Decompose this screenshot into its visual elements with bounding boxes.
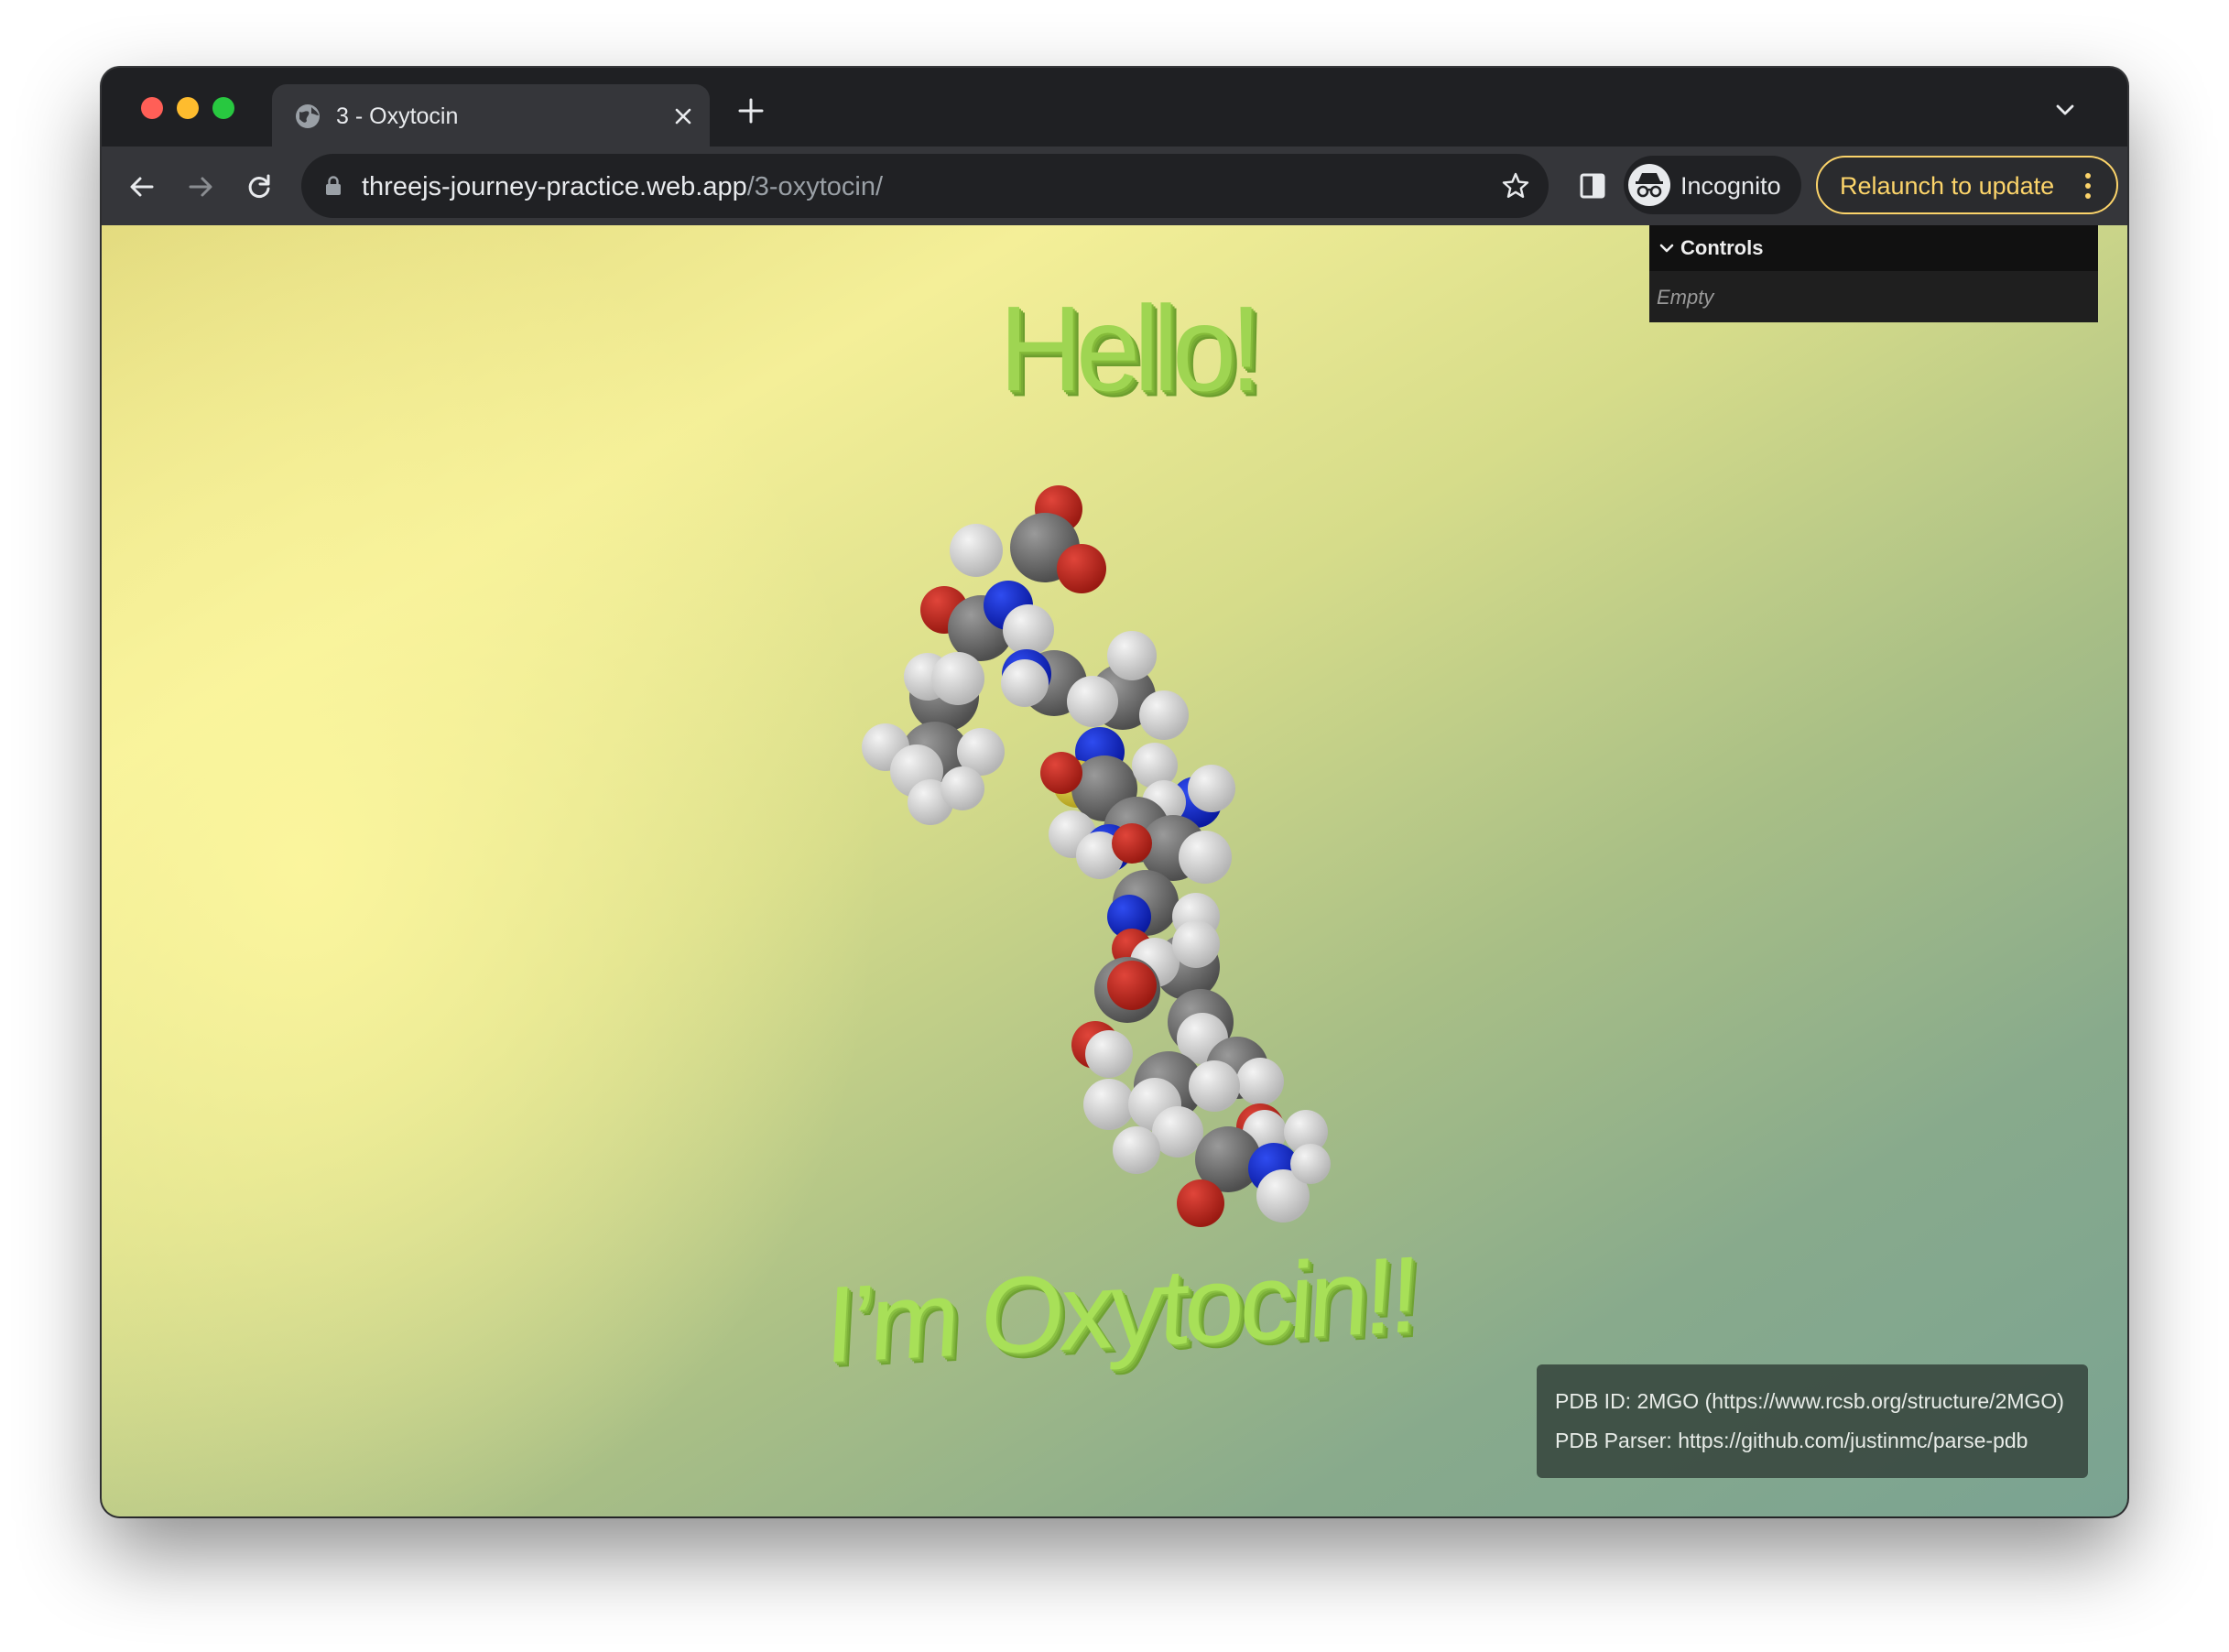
atom-group	[862, 485, 1331, 1227]
incognito-icon	[1628, 164, 1670, 206]
hydrogen-atom	[1067, 676, 1118, 727]
controls-title: Controls	[1680, 236, 1764, 259]
toolbar: threejs-journey-practice.web.app/3-oxyto…	[102, 147, 2127, 225]
relaunch-label: Relaunch to update	[1840, 172, 2055, 200]
maximize-window-button[interactable]	[212, 97, 234, 119]
oxygen-atom	[1107, 961, 1157, 1010]
hydrogen-atom	[1188, 765, 1235, 812]
hydrogen-atom	[1003, 604, 1054, 656]
hydrogen-atom	[1083, 1079, 1135, 1130]
controls-panel: Controls Empty	[1649, 225, 2098, 322]
hydrogen-atom	[1189, 1060, 1240, 1112]
hydrogen-atom	[1179, 831, 1232, 884]
webgl-canvas[interactable]: Hello! I’m Oxytocin!! Controls Empty PDB…	[102, 225, 2127, 1516]
chevron-down-icon	[1659, 244, 1674, 253]
pdb-id-line: PDB ID: 2MGO (https://www.rcsb.org/struc…	[1555, 1389, 2064, 1413]
hydrogen-atom	[931, 652, 984, 705]
hydrogen-atom	[1172, 920, 1220, 968]
incognito-indicator[interactable]: Incognito	[1624, 156, 1801, 214]
url-host: threejs-journey-practice.web.app	[362, 172, 747, 201]
url-path: /3-oxytocin/	[746, 172, 884, 201]
close-icon[interactable]	[671, 104, 695, 128]
hydrogen-atom	[1139, 690, 1189, 740]
tab-oxytocin[interactable]: 3 - Oxytocin	[272, 84, 710, 148]
oxygen-atom	[1112, 823, 1152, 864]
oxygen-atom	[1177, 1179, 1224, 1227]
tab-title: 3 - Oxytocin	[336, 103, 459, 129]
hydrogen-atom	[941, 766, 984, 810]
star-icon[interactable]	[1501, 171, 1530, 201]
browser-window: 3 - Oxytocin threejs-journey-practice.we…	[102, 68, 2127, 1516]
credits-box: PDB ID: 2MGO (https://www.rcsb.org/struc…	[1537, 1364, 2088, 1478]
url-text: threejs-journey-practice.web.app/3-oxyto…	[362, 171, 883, 202]
hydrogen-atom	[950, 524, 1003, 577]
hydrogen-atom	[1085, 1030, 1133, 1078]
globe-icon	[296, 104, 320, 128]
hydrogen-atom	[1113, 1126, 1160, 1174]
controls-empty-text: Empty	[1657, 286, 1714, 309]
forward-arrow-icon[interactable]	[186, 172, 215, 201]
back-arrow-icon[interactable]	[127, 172, 157, 201]
hydrogen-atom	[1001, 659, 1049, 707]
hydrogen-atom	[1107, 631, 1157, 680]
minimize-window-button[interactable]	[177, 97, 199, 119]
tab-strip: 3 - Oxytocin	[102, 68, 2127, 148]
incognito-label: Incognito	[1680, 172, 1781, 200]
lock-icon[interactable]	[325, 176, 342, 196]
kebab-menu-icon[interactable]	[2082, 170, 2094, 201]
hydrogen-atom	[1290, 1144, 1331, 1184]
hydrogen-atom	[1236, 1058, 1284, 1105]
relaunch-to-update-button[interactable]: Relaunch to update	[1816, 156, 2118, 214]
close-window-button[interactable]	[141, 97, 163, 119]
oxygen-atom	[1057, 544, 1106, 593]
controls-header[interactable]: Controls	[1649, 225, 2098, 271]
plus-icon[interactable]	[737, 97, 765, 125]
pdb-parser-line: PDB Parser: https://github.com/justinmc/…	[1555, 1429, 2028, 1452]
address-bar[interactable]: threejs-journey-practice.web.app/3-oxyto…	[301, 154, 1549, 218]
oxygen-atom	[1040, 752, 1082, 794]
reload-icon[interactable]	[245, 172, 274, 201]
chevron-down-icon[interactable]	[2054, 101, 2076, 119]
side-panel-icon[interactable]	[1578, 171, 1607, 201]
